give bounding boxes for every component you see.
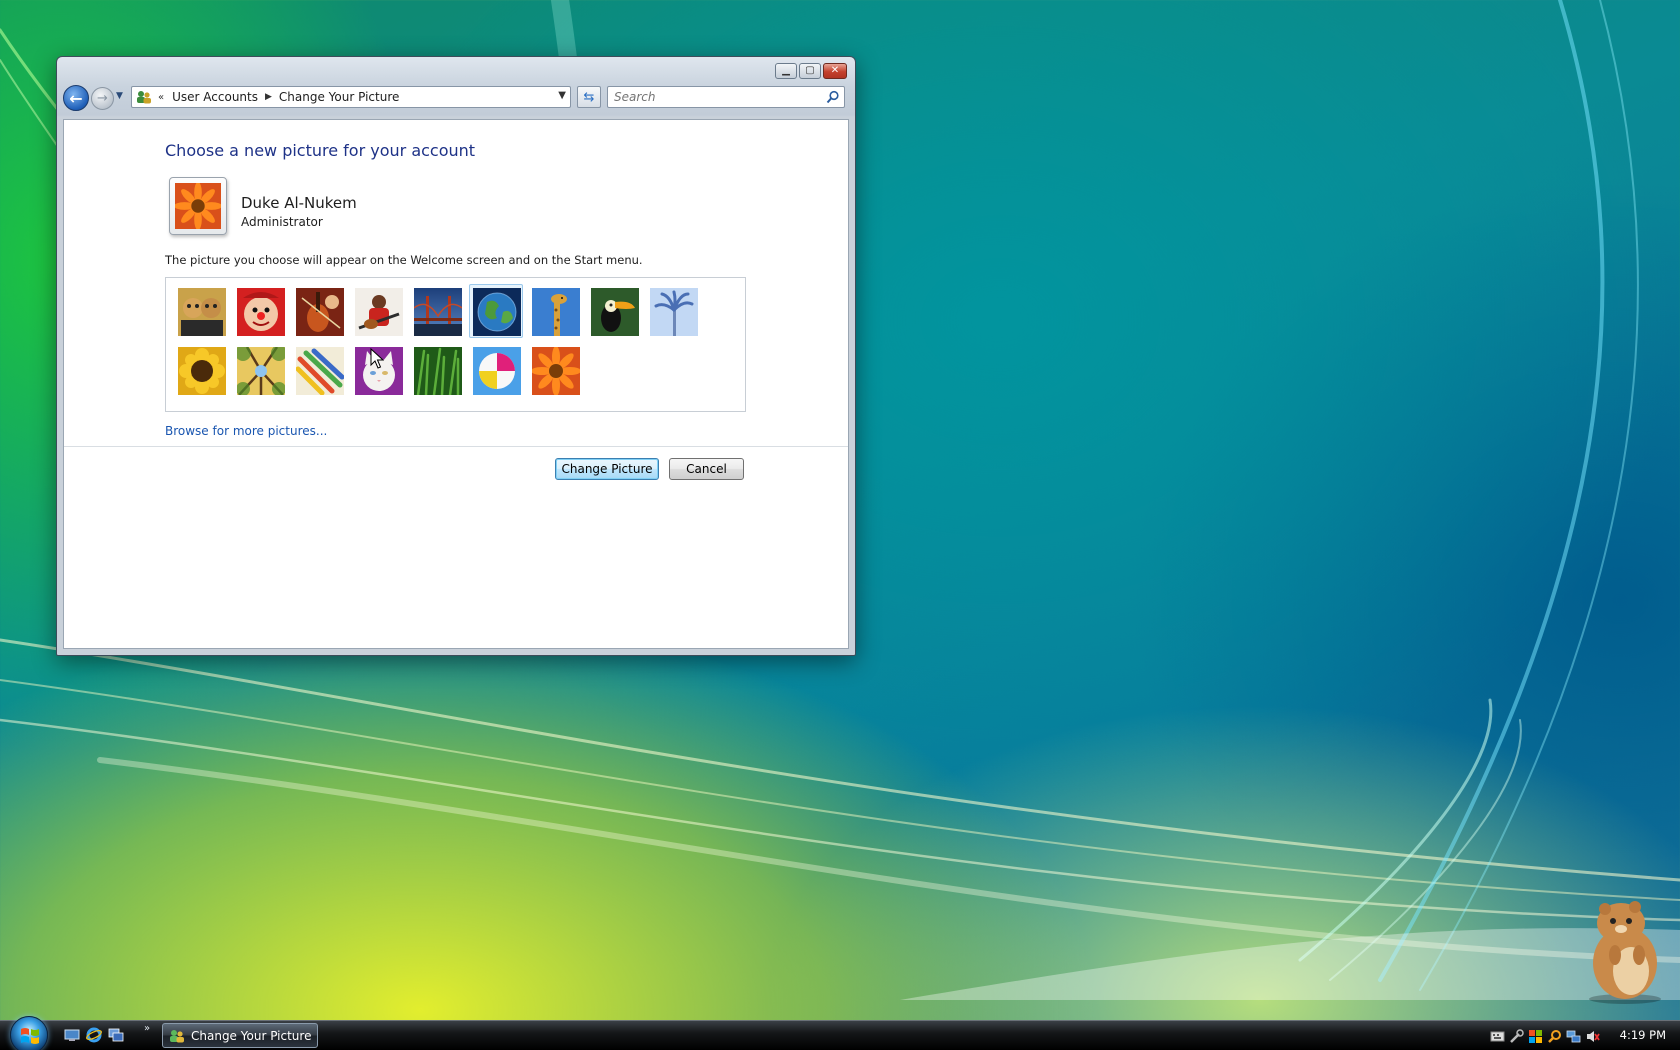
puppets-picture: [178, 288, 226, 336]
toucan-picture: [591, 288, 639, 336]
guitarist-picture: [355, 288, 403, 336]
search-icon[interactable]: [826, 90, 840, 104]
volume-muted-icon[interactable]: [1585, 1029, 1600, 1044]
clown-face-picture: [237, 288, 285, 336]
violin-picture: [296, 288, 344, 336]
breadcrumb-user-accounts[interactable]: User Accounts: [172, 90, 258, 104]
user-role: Administrator: [241, 215, 323, 229]
picture-option-pencils[interactable]: [292, 343, 346, 397]
keyboard-icon[interactable]: [1490, 1029, 1505, 1044]
beach-ball-picture: [473, 347, 521, 395]
forward-button[interactable]: →: [91, 87, 114, 110]
search-tray-icon[interactable]: [1547, 1029, 1562, 1044]
taskbar-button-change-your-picture[interactable]: Change Your Picture: [162, 1023, 318, 1048]
switch-windows-icon[interactable]: [108, 1027, 124, 1043]
breadcrumb-change-your-picture[interactable]: Change Your Picture: [279, 90, 399, 104]
maximize-button[interactable]: ▢: [799, 63, 821, 79]
taskbar-button-label: Change Your Picture: [191, 1028, 312, 1043]
start-button[interactable]: [10, 1016, 48, 1050]
system-clock[interactable]: 4:19 PM: [1620, 1028, 1666, 1042]
page-title: Choose a new picture for your account: [165, 141, 476, 160]
windows-logo-icon: [21, 1028, 39, 1044]
show-desktop-icon[interactable]: [64, 1027, 80, 1043]
refresh-button[interactable]: ⇆: [577, 86, 601, 108]
user-accounts-icon: [137, 91, 151, 104]
pencils-picture: [296, 347, 344, 395]
back-arrow-icon: ←: [69, 88, 83, 108]
minimize-button[interactable]: ▁: [775, 63, 797, 79]
forward-arrow-icon: →: [97, 91, 108, 106]
back-button[interactable]: ←: [63, 85, 89, 111]
tools-icon[interactable]: [1509, 1028, 1524, 1044]
content-pane: Choose a new picture for your account Du…: [63, 119, 849, 649]
current-user-picture: [169, 177, 227, 235]
mouse-cursor-icon: [370, 348, 384, 369]
sunflower-picture: [178, 347, 226, 395]
palm-tree-picture: [650, 288, 698, 336]
picture-option-clown-face[interactable]: [233, 284, 287, 338]
user-accounts-icon: [170, 1029, 184, 1042]
close-button[interactable]: ✕: [823, 63, 847, 79]
caption-buttons: ▁ ▢ ✕: [775, 63, 847, 79]
picture-option-forest-trees[interactable]: [233, 343, 287, 397]
picture-option-giraffe[interactable]: [528, 284, 582, 338]
picture-grid: [165, 277, 746, 412]
quick-launch: [64, 1027, 124, 1043]
orange-gerbera-picture: [532, 347, 580, 395]
grass-picture: [414, 347, 462, 395]
picture-option-puppets[interactable]: [174, 284, 228, 338]
navigation-bar: ← → ▼ « User Accounts ▶ Change Your Pict…: [63, 85, 849, 111]
orange-gerbera-picture: [175, 183, 221, 229]
footer-divider: [64, 446, 848, 447]
picture-option-violin[interactable]: [292, 284, 346, 338]
address-bar[interactable]: « User Accounts ▶ Change Your Picture ▼: [131, 86, 571, 108]
picture-option-grass[interactable]: [410, 343, 464, 397]
change-picture-button[interactable]: Change Picture: [555, 458, 659, 480]
network-icon[interactable]: [1566, 1029, 1581, 1044]
bridge-picture: [414, 288, 462, 336]
cancel-button[interactable]: Cancel: [669, 458, 744, 480]
picture-option-sunflower[interactable]: [174, 343, 228, 397]
picture-option-bridge[interactable]: [410, 284, 464, 338]
recent-pages-button[interactable]: ▼: [116, 91, 123, 101]
browse-more-pictures-link[interactable]: Browse for more pictures...: [165, 424, 327, 438]
address-dropdown-icon[interactable]: ▼: [558, 90, 566, 101]
internet-explorer-icon[interactable]: [86, 1027, 102, 1043]
breadcrumb-separator-icon[interactable]: ▶: [265, 92, 272, 102]
forest-trees-picture: [237, 347, 285, 395]
picture-description: The picture you choose will appear on th…: [165, 253, 643, 267]
control-panel-window: ▁ ▢ ✕ ← → ▼ « User Accounts ▶ Change You…: [56, 56, 856, 656]
refresh-icon: ⇆: [583, 89, 595, 105]
picture-option-orange-gerbera[interactable]: [528, 343, 582, 397]
security-center-icon[interactable]: [1528, 1029, 1543, 1044]
earth-globe-picture: [473, 288, 521, 336]
giraffe-picture: [532, 288, 580, 336]
quick-launch-more-icon[interactable]: »: [144, 1023, 150, 1034]
search-box[interactable]: [607, 86, 845, 108]
user-name: Duke Al-Nukem: [241, 194, 357, 212]
picture-option-guitarist[interactable]: [351, 284, 405, 338]
hamster-desktop-toy: [1589, 901, 1661, 1004]
picture-option-palm-tree[interactable]: [646, 284, 700, 338]
picture-option-earth-globe[interactable]: [469, 284, 523, 338]
breadcrumb-overflow[interactable]: «: [158, 92, 164, 103]
picture-option-toucan[interactable]: [587, 284, 641, 338]
search-input[interactable]: [614, 90, 822, 104]
picture-option-beach-ball[interactable]: [469, 343, 523, 397]
